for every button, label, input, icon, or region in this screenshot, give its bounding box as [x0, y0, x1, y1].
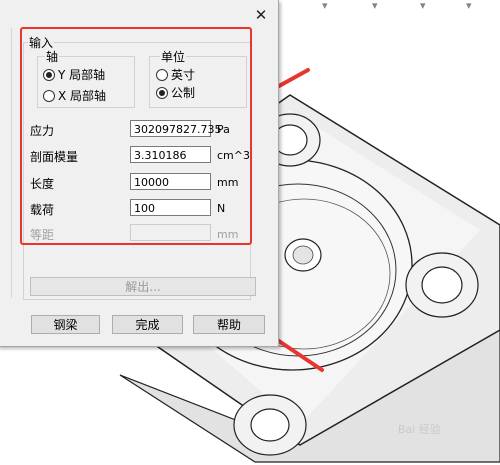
watermark: Bai 经验 — [398, 423, 441, 436]
done-button[interactable]: 完成 — [112, 315, 183, 334]
beam-calculator-dialog: ✕ 输入 轴 Y 局部轴 X 局部轴 单位 英寸 公制 应力 302097827… — [0, 0, 279, 347]
toolbar-icon[interactable]: ▾ — [466, 0, 472, 12]
beam-button[interactable]: 钢梁 — [31, 315, 100, 334]
left-panel-edge — [0, 28, 12, 298]
toolbar-icon[interactable]: ▾ — [372, 0, 378, 12]
help-button[interactable]: 帮助 — [193, 315, 265, 334]
toolbar-icon[interactable]: ▾ — [322, 0, 328, 12]
highlight-frame — [20, 27, 252, 245]
solve-button: 解出... — [30, 277, 256, 296]
close-icon[interactable]: ✕ — [252, 6, 270, 24]
toolbar-icon[interactable]: ▾ — [420, 0, 426, 12]
